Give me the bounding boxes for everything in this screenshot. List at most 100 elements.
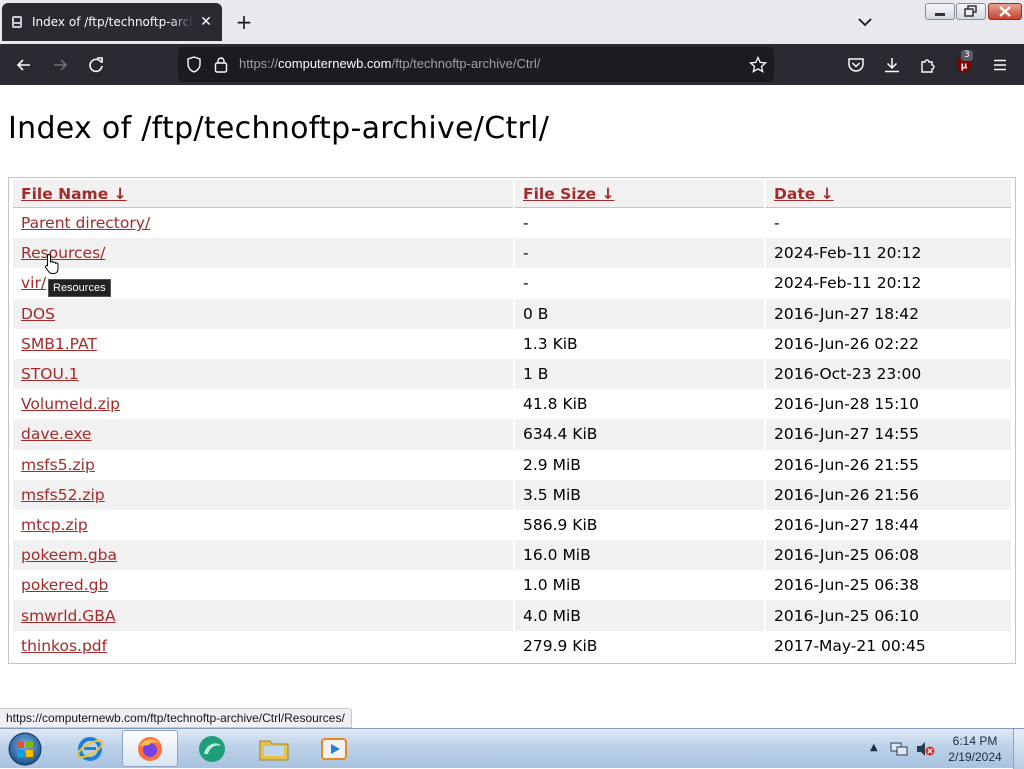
file-link[interactable]: smwrld.GBA <box>21 607 116 625</box>
table-row: thinkos.pdf 279.9 KiB 2017-May-21 00:45 <box>13 631 1011 661</box>
reload-button[interactable] <box>84 53 108 77</box>
extensions-button[interactable] <box>916 53 940 77</box>
file-listing: File Name ↓ File Size ↓ Date ↓ Parent di… <box>8 177 1016 664</box>
taskbar-app[interactable] <box>184 730 240 767</box>
table-row: pokered.gb 1.0 MiB 2016-Jun-25 06:38 <box>13 570 1011 600</box>
show-desktop-button[interactable] <box>1013 729 1024 769</box>
table-row: dave.exe 634.4 KiB 2016-Jun-27 14:55 <box>13 419 1011 450</box>
back-button[interactable] <box>12 53 36 77</box>
cell-file-size: 2.9 MiB <box>523 455 581 474</box>
window-minimize-button[interactable] <box>925 3 955 20</box>
cell-file-name: STOU.1 <box>13 358 513 390</box>
page-content: Index of /ftp/technoftp-archive/Ctrl/ Fi… <box>0 85 1024 727</box>
cell-date: 2016-Jun-26 21:55 <box>774 455 920 474</box>
taskbar-media-player[interactable] <box>306 730 362 767</box>
file-link[interactable]: SMB1.PAT <box>21 335 97 353</box>
table-row: msfs5.zip 2.9 MiB 2016-Jun-26 21:55 <box>13 450 1011 480</box>
cell-file-size: 41.8 KiB <box>523 395 588 414</box>
cell-file-name: dave.exe <box>13 419 513 450</box>
column-header-date: Date ↓ <box>766 180 1011 208</box>
file-table: File Name ↓ File Size ↓ Date ↓ Parent di… <box>11 180 1013 661</box>
file-link[interactable]: pokeem.gba <box>21 546 117 564</box>
pocket-button[interactable] <box>844 53 868 77</box>
shield-icon[interactable] <box>186 56 202 73</box>
downloads-button[interactable] <box>880 53 904 77</box>
table-row: Volumeld.zip 41.8 KiB 2016-Jun-28 15:10 <box>13 389 1011 419</box>
taskbar-firefox[interactable] <box>122 730 178 767</box>
tab-favicon-icon <box>12 16 22 28</box>
windows-start-icon[interactable] <box>4 731 46 767</box>
file-link[interactable]: pokered.gb <box>21 576 108 594</box>
app-icon <box>199 735 225 762</box>
cell-file-name: msfs5.zip <box>13 450 513 480</box>
cell-date: 2024-Feb-11 20:12 <box>766 238 1011 269</box>
cell-file-size: 586.9 KiB <box>523 515 598 534</box>
hand-cursor-icon <box>45 253 59 274</box>
file-link[interactable]: Resources/ <box>21 244 105 262</box>
sort-by-date-link[interactable]: Date ↓ <box>774 185 834 203</box>
navigation-toolbar: https://computernewb.com/ftp/technoftp-a… <box>0 44 1024 85</box>
star-icon[interactable] <box>749 56 767 74</box>
puzzle-icon <box>921 59 935 73</box>
cell-date: 2016-Jun-26 02:22 <box>774 334 920 353</box>
forward-button[interactable] <box>48 53 72 77</box>
cell-file-size: 279.9 KiB <box>523 636 598 655</box>
browser-tab[interactable]: Index of /ftp/technoftp-archive/Ctrl/ ✕ <box>2 3 222 41</box>
sort-by-size-link[interactable]: File Size ↓ <box>523 185 615 203</box>
file-link[interactable]: thinkos.pdf <box>21 637 107 655</box>
table-row: SMB1.PAT 1.3 KiB 2016-Jun-26 02:22 <box>13 329 1011 359</box>
file-link[interactable]: Volumeld.zip <box>21 395 120 413</box>
file-link[interactable]: STOU.1 <box>21 365 79 383</box>
window-close-button[interactable] <box>988 3 1022 20</box>
network-icon[interactable] <box>890 741 908 757</box>
system-tray: ▲ 6:14 PM 2/19/2024 <box>866 729 1024 769</box>
file-link[interactable]: msfs5.zip <box>21 456 95 474</box>
cell-file-size: 3.5 MiB <box>515 479 764 510</box>
cell-file-size: 1.0 MiB <box>523 576 581 595</box>
reload-icon <box>89 57 103 73</box>
lock-icon[interactable] <box>214 56 228 73</box>
taskbar-ie[interactable] <box>62 730 118 767</box>
media-player-icon <box>321 737 347 760</box>
file-link[interactable]: Parent directory/ <box>21 214 150 232</box>
window-restore-button[interactable] <box>956 3 986 20</box>
url-text[interactable]: https://computernewb.com/ftp/technoftp-a… <box>239 56 540 71</box>
cell-file-name: pokered.gb <box>13 570 513 600</box>
app-menu-button[interactable] <box>988 53 1012 77</box>
file-link[interactable]: dave.exe <box>21 425 91 443</box>
file-link[interactable]: DOS <box>21 305 55 323</box>
tab-strip: Index of /ftp/technoftp-archive/Ctrl/ ✕ … <box>0 0 1024 44</box>
url-bar[interactable]: https://computernewb.com/ftp/technoftp-a… <box>178 47 774 82</box>
hamburger-menu-icon <box>994 59 1006 71</box>
plus-icon[interactable]: + <box>234 12 254 32</box>
column-header-size: File Size ↓ <box>515 180 764 208</box>
close-icon[interactable]: ✕ <box>198 14 214 30</box>
link-tooltip: Resources <box>48 279 111 297</box>
clock[interactable]: 6:14 PM 2/19/2024 <box>940 733 1010 765</box>
back-icon <box>16 59 30 71</box>
file-link[interactable]: vir/ <box>21 274 46 292</box>
cell-file-name: DOS <box>13 298 513 329</box>
status-bar: https://computernewb.com/ftp/technoftp-a… <box>0 708 352 728</box>
taskbar-explorer[interactable] <box>246 730 302 767</box>
cell-file-name: smwrld.GBA <box>13 600 513 631</box>
cell-date: 2016-Jun-26 21:56 <box>766 479 1011 510</box>
download-icon <box>885 58 899 73</box>
table-row: Resources/ -2024-Feb-11 20:12 <box>13 238 1011 269</box>
tray-expand-icon[interactable]: ▲ <box>870 742 878 753</box>
cell-file-size: 1 B <box>515 358 764 390</box>
file-link[interactable]: msfs52.zip <box>21 486 105 504</box>
volume-muted-icon[interactable] <box>916 741 936 757</box>
cell-file-name: Resources/ <box>13 238 513 269</box>
page-title: Index of /ftp/technoftp-archive/Ctrl/ <box>8 111 550 146</box>
cell-file-name: SMB1.PAT <box>13 329 513 359</box>
file-link[interactable]: mtcp.zip <box>21 516 88 534</box>
clock-date: 2/19/2024 <box>948 750 1002 764</box>
sort-by-name-link[interactable]: File Name ↓ <box>21 185 127 203</box>
cell-date: 2016-Jun-27 14:55 <box>766 419 1011 450</box>
cell-file-size: 0 B <box>515 298 764 329</box>
table-row: Parent directory/ - - <box>13 208 1011 238</box>
ublock-count-badge: 3 <box>961 50 973 61</box>
cell-date: 2016-Jun-25 06:10 <box>766 600 1011 631</box>
chevron-down-icon[interactable] <box>855 12 875 32</box>
